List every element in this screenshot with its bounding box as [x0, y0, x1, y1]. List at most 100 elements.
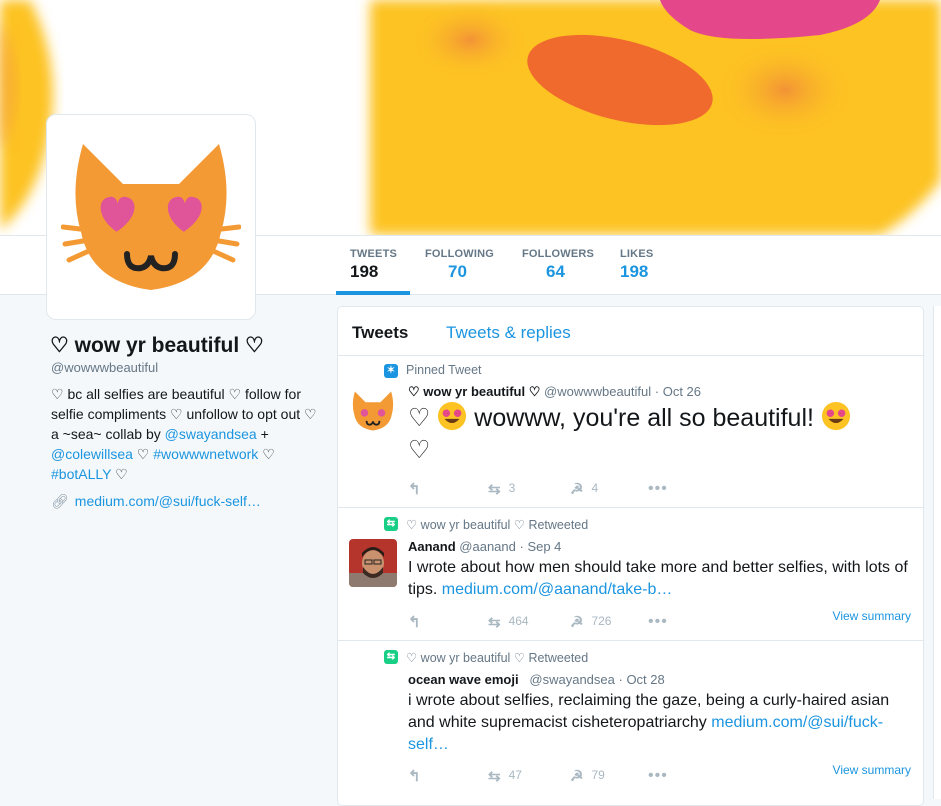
tweet-context: Pinned Tweet: [406, 363, 482, 377]
like-button[interactable]: ☭ 79: [570, 767, 605, 785]
like-icon: ☭: [570, 768, 584, 785]
profile-name: ♡ wow yr beautiful ♡: [50, 334, 264, 357]
retweet-button[interactable]: ⇆ 3: [488, 480, 515, 498]
user-photo-icon: [349, 539, 397, 587]
reply-icon: ↰: [408, 768, 421, 785]
bio-text: ♡: [132, 446, 154, 462]
more-button[interactable]: •••: [648, 613, 668, 631]
bio-text: ♡: [111, 466, 128, 482]
tweet-author-handle[interactable]: @aanand: [459, 539, 516, 554]
tweet-author-name[interactable]: Aanand: [408, 539, 456, 554]
like-icon: ☭: [570, 481, 584, 498]
more-icon: •••: [648, 613, 668, 630]
tweet-date[interactable]: · Sep 4: [520, 539, 562, 554]
view-summary-link[interactable]: View summary: [833, 609, 911, 623]
heart-eyes-emoji-icon: [438, 401, 467, 431]
stat-tweets-value: 198: [350, 262, 379, 281]
stat-tweets-label: TWEETS: [350, 248, 398, 260]
tweet-context: ♡ wow yr beautiful ♡ Retweeted: [406, 651, 589, 665]
tweet-date[interactable]: · Oct 26: [655, 384, 701, 399]
like-count: 726: [591, 614, 612, 629]
stat-likes-value: 198: [620, 262, 649, 281]
bio-text: ♡: [258, 446, 275, 462]
tweet-text: I wrote about how men should take more a…: [408, 557, 908, 601]
like-count: 79: [591, 768, 605, 783]
more-icon: •••: [648, 767, 668, 784]
more-icon: •••: [648, 480, 668, 497]
heart-eyes-cat-icon: [352, 391, 394, 431]
tweet-author-handle[interactable]: @swayandsea: [529, 672, 614, 687]
retweet-button[interactable]: ⇆ 47: [488, 767, 522, 785]
tweet-author-name[interactable]: ♡ wow yr beautiful ♡: [408, 384, 540, 399]
reply-icon: ↰: [408, 481, 421, 498]
like-icon: ☭: [570, 614, 584, 631]
tweet-text-part: ♡: [408, 436, 431, 464]
reply-icon: ↰: [408, 614, 421, 631]
tweet-author-name[interactable]: ocean wave emoji: [408, 672, 519, 687]
retweet-count: 47: [508, 768, 522, 783]
tweet-avatar[interactable]: [349, 387, 397, 435]
link-icon: 🔗︎: [51, 493, 69, 509]
retweet-count: 464: [508, 614, 529, 629]
tweet-item[interactable]: ✶ Pinned Tweet ♡ wow yr beautiful ♡ @wow…: [338, 355, 923, 508]
retweet-icon: ⇆: [488, 768, 501, 785]
profile-handle[interactable]: @wowwwbeautiful: [51, 360, 158, 375]
right-sidebar-edge: [933, 306, 941, 799]
retweet-icon: ⇆: [384, 517, 398, 531]
retweet-button[interactable]: ⇆ 464: [488, 613, 529, 631]
pin-icon: ✶: [384, 364, 398, 378]
more-button[interactable]: •••: [648, 480, 668, 498]
tweet-item[interactable]: ⇆ ♡ wow yr beautiful ♡ Retweeted ocean w…: [338, 641, 923, 805]
stat-followers-value: 64: [546, 262, 565, 281]
stat-followers-label: FOLLOWERS: [522, 248, 595, 260]
bio-hashtag-botally[interactable]: #botALLY: [51, 466, 111, 482]
heart-eyes-cat-icon: [61, 144, 241, 290]
view-summary-link[interactable]: View summary: [833, 763, 911, 777]
tweet-item[interactable]: ⇆ ♡ wow yr beautiful ♡ Retweeted Aanand …: [338, 508, 923, 641]
retweet-icon: ⇆: [488, 614, 501, 631]
stat-likes[interactable]: LIKES 198: [620, 248, 653, 282]
tweet-text-part: wowww, you're all so beautiful!: [467, 404, 821, 432]
tweet-author-handle[interactable]: @wowwwbeautiful: [544, 384, 651, 399]
profile-bio: ♡ bc all selfies are beautiful ♡ follow …: [51, 384, 326, 484]
retweet-icon: ⇆: [384, 650, 398, 664]
tweet-header: Aanand @aanand · Sep 4: [408, 539, 561, 554]
tweet-header: ♡ wow yr beautiful ♡ @wowwwbeautiful · O…: [408, 384, 701, 400]
tweet-date[interactable]: · Oct 28: [619, 672, 665, 687]
bio-mention-swayandsea[interactable]: @swayandsea: [165, 426, 257, 442]
tweet-avatar[interactable]: [349, 539, 397, 587]
like-count: 4: [591, 481, 599, 496]
tweet-timeline: Tweets Tweets & replies ✶ Pinned Tweet ♡…: [337, 306, 924, 806]
stat-following-value: 70: [448, 262, 467, 281]
stat-likes-label: LIKES: [620, 248, 654, 260]
retweet-count: 3: [508, 481, 516, 496]
tweet-text: ♡ wowww, you're all so beautiful! ♡: [408, 401, 908, 466]
bio-text: +: [256, 426, 269, 442]
tweet-text: i wrote about selfies, reclaiming the ga…: [408, 690, 898, 756]
profile-website: 🔗︎ medium.com/@sui/fuck-self…: [51, 493, 261, 510]
profile-avatar[interactable]: [46, 114, 256, 320]
bio-mention-colewillsea[interactable]: @colewillsea: [51, 446, 133, 462]
bio-hashtag-wowwwnetwork[interactable]: #wowwwnetwork: [153, 446, 258, 462]
heart-eyes-emoji-icon: [821, 401, 850, 431]
reply-button[interactable]: ↰: [408, 767, 429, 785]
tweet-link[interactable]: medium.com/@aanand/take-b…: [442, 581, 673, 598]
stat-following-label: FOLLOWING: [425, 248, 495, 260]
tab-tweets[interactable]: Tweets: [352, 323, 408, 343]
stat-following[interactable]: FOLLOWING 70: [425, 248, 494, 282]
profile-website-link[interactable]: medium.com/@sui/fuck-self…: [75, 493, 261, 509]
like-button[interactable]: ☭ 4: [570, 480, 598, 498]
tab-tweets-replies[interactable]: Tweets & replies: [446, 323, 571, 343]
tweet-context: ♡ wow yr beautiful ♡ Retweeted: [406, 518, 589, 532]
tweet-text-part: ♡: [408, 404, 438, 432]
retweet-icon: ⇆: [488, 481, 501, 498]
tweet-header: ocean wave emoji @swayandsea · Oct 28: [408, 672, 665, 687]
stat-followers[interactable]: FOLLOWERS 64: [522, 248, 594, 282]
reply-button[interactable]: ↰: [408, 480, 429, 498]
like-button[interactable]: ☭ 726: [570, 613, 611, 631]
active-stat-indicator: [336, 291, 410, 295]
more-button[interactable]: •••: [648, 767, 668, 785]
stat-tweets[interactable]: TWEETS 198: [350, 248, 397, 282]
timeline-tabs: Tweets Tweets & replies: [338, 307, 923, 356]
reply-button[interactable]: ↰: [408, 613, 429, 631]
